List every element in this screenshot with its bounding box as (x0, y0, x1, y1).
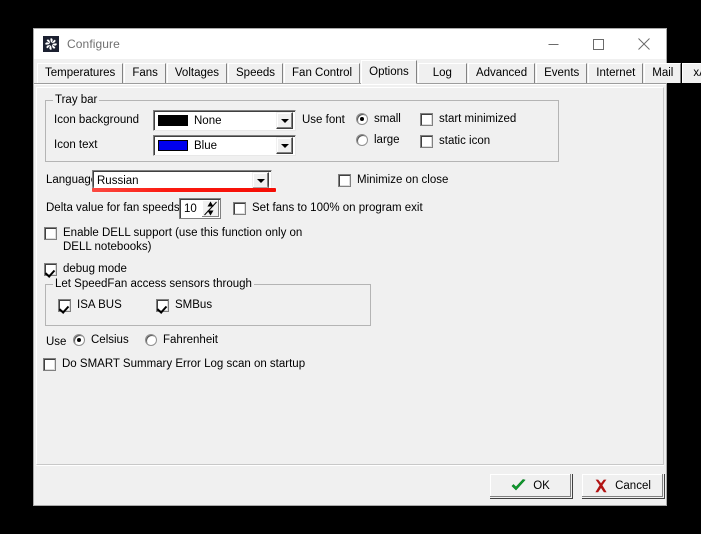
isa-bus-checkbox[interactable]: ISA BUS (58, 298, 122, 312)
icon-text-combo[interactable]: Blue (153, 135, 296, 156)
checkbox-indicator (156, 299, 169, 312)
start-minimized-checkbox[interactable]: start minimized (420, 112, 516, 126)
delta-value-stepper[interactable]: 10 (179, 198, 221, 219)
icon-background-combo[interactable]: None (153, 110, 296, 131)
temperature-unit-label: Use (46, 336, 67, 348)
sensors-access-group-title: Let SpeedFan access sensors through (53, 278, 254, 290)
radio-indicator (73, 334, 85, 346)
fahrenheit-label: Fahrenheit (163, 334, 218, 346)
icon-text-swatch (158, 140, 188, 151)
fahrenheit-radio[interactable]: Fahrenheit (145, 334, 218, 346)
cancel-button-label: Cancel (615, 479, 651, 492)
radio-indicator (356, 113, 368, 125)
tab-log[interactable]: Log (417, 63, 467, 83)
celsius-radio[interactable]: Celsius (73, 334, 129, 346)
configure-window: Configure Temperatures Fans Voltages Spe… (33, 28, 701, 506)
cross-icon (595, 479, 607, 492)
window-title: Configure (67, 37, 120, 51)
checkbox-indicator (44, 227, 57, 240)
icon-background-value: None (194, 114, 222, 127)
smbus-label: SMBus (175, 299, 213, 311)
tab-voltages[interactable]: Voltages (166, 63, 228, 83)
icon-text-value: Blue (194, 139, 218, 152)
tab-advanced[interactable]: Advanced (467, 63, 536, 83)
language-highlight-annotation (92, 188, 276, 192)
language-value: Russian (97, 174, 139, 187)
use-font-small-label: small (374, 113, 401, 125)
icon-background-label: Icon background (54, 114, 140, 126)
enable-dell-checkbox[interactable]: Enable DELL support (use this function o… (44, 226, 302, 254)
delta-value-input[interactable]: 10 (184, 203, 202, 215)
ok-button[interactable]: OK (489, 473, 572, 498)
radio-indicator (356, 134, 368, 146)
checkbox-indicator (58, 299, 71, 312)
dialog-footer: OK Cancel (36, 465, 664, 503)
tab-options[interactable]: Options (361, 60, 417, 84)
delta-value-label: Delta value for fan speeds (46, 202, 180, 214)
tray-bar-group-title: Tray bar (53, 94, 100, 106)
icon-background-swatch (158, 115, 188, 126)
use-font-large-radio[interactable]: large (356, 134, 400, 146)
minimize-on-close-label: Minimize on close (357, 174, 449, 186)
set-fans-100-label: Set fans to 100% on program exit (252, 202, 423, 214)
tab-internet[interactable]: Internet (588, 63, 644, 83)
close-icon[interactable] (621, 29, 666, 59)
screenshot-root: Configure Temperatures Fans Voltages Spe… (0, 0, 701, 534)
debug-mode-checkbox[interactable]: debug mode (44, 262, 127, 276)
options-page: Tray bar Icon background None Icon text … (34, 84, 666, 505)
icon-text-label: Icon text (54, 139, 98, 151)
celsius-label: Celsius (91, 334, 129, 346)
static-icon-label: static icon (439, 135, 491, 147)
maximize-icon[interactable] (576, 29, 621, 59)
smbus-checkbox[interactable]: SMBus (156, 298, 212, 312)
use-font-label: Use font (302, 114, 345, 126)
smart-scan-label: Do SMART Summary Error Log scan on start… (62, 358, 306, 370)
isa-bus-label: ISA BUS (77, 299, 122, 311)
enable-dell-label-line1: Enable DELL support (use this function o… (63, 227, 303, 239)
enable-dell-label-line2: DELL notebooks) (63, 241, 152, 253)
tab-mail[interactable]: Mail (644, 63, 682, 83)
window-controls (531, 29, 666, 59)
check-icon (511, 478, 526, 490)
use-font-small-radio[interactable]: small (356, 113, 401, 125)
tab-strip: Temperatures Fans Voltages Speeds Fan Co… (34, 59, 701, 84)
chevron-down-icon[interactable] (276, 137, 293, 154)
minimize-icon[interactable] (531, 29, 576, 59)
tab-fan-control[interactable]: Fan Control (284, 63, 361, 83)
language-label: Language (46, 174, 98, 186)
options-pane: Tray bar Icon background None Icon text … (36, 87, 664, 465)
start-minimized-label: start minimized (439, 113, 517, 125)
radio-indicator (145, 334, 157, 346)
use-font-large-label: large (374, 134, 400, 146)
minimize-on-close-checkbox[interactable]: Minimize on close (338, 173, 448, 187)
tab-events[interactable]: Events (536, 63, 588, 83)
ok-button-label: OK (533, 479, 550, 492)
spinner-arrows-icon[interactable] (202, 200, 219, 217)
checkbox-indicator (338, 174, 351, 187)
checkbox-indicator (233, 202, 246, 215)
chevron-down-icon[interactable] (252, 172, 269, 189)
checkbox-indicator (43, 358, 56, 371)
chevron-down-icon[interactable] (276, 112, 293, 129)
static-icon-checkbox[interactable]: static icon (420, 134, 490, 148)
window-titlebar: Configure (34, 29, 666, 59)
tab-temperatures[interactable]: Temperatures (37, 63, 124, 83)
tab-fans[interactable]: Fans (124, 63, 166, 83)
sensors-access-group: Let SpeedFan access sensors through ISA … (45, 278, 371, 326)
tab-speeds[interactable]: Speeds (228, 63, 284, 83)
debug-mode-label: debug mode (63, 263, 127, 275)
checkbox-indicator (420, 135, 433, 148)
tab-xap[interactable]: xAP (682, 63, 701, 83)
checkbox-indicator (420, 113, 433, 126)
tray-bar-group: Tray bar Icon background None Icon text … (45, 94, 559, 162)
smart-scan-checkbox[interactable]: Do SMART Summary Error Log scan on start… (43, 357, 305, 371)
fan-icon (43, 36, 59, 52)
set-fans-100-checkbox[interactable]: Set fans to 100% on program exit (233, 201, 423, 215)
cancel-button[interactable]: Cancel (581, 473, 664, 498)
checkbox-indicator (44, 263, 57, 276)
